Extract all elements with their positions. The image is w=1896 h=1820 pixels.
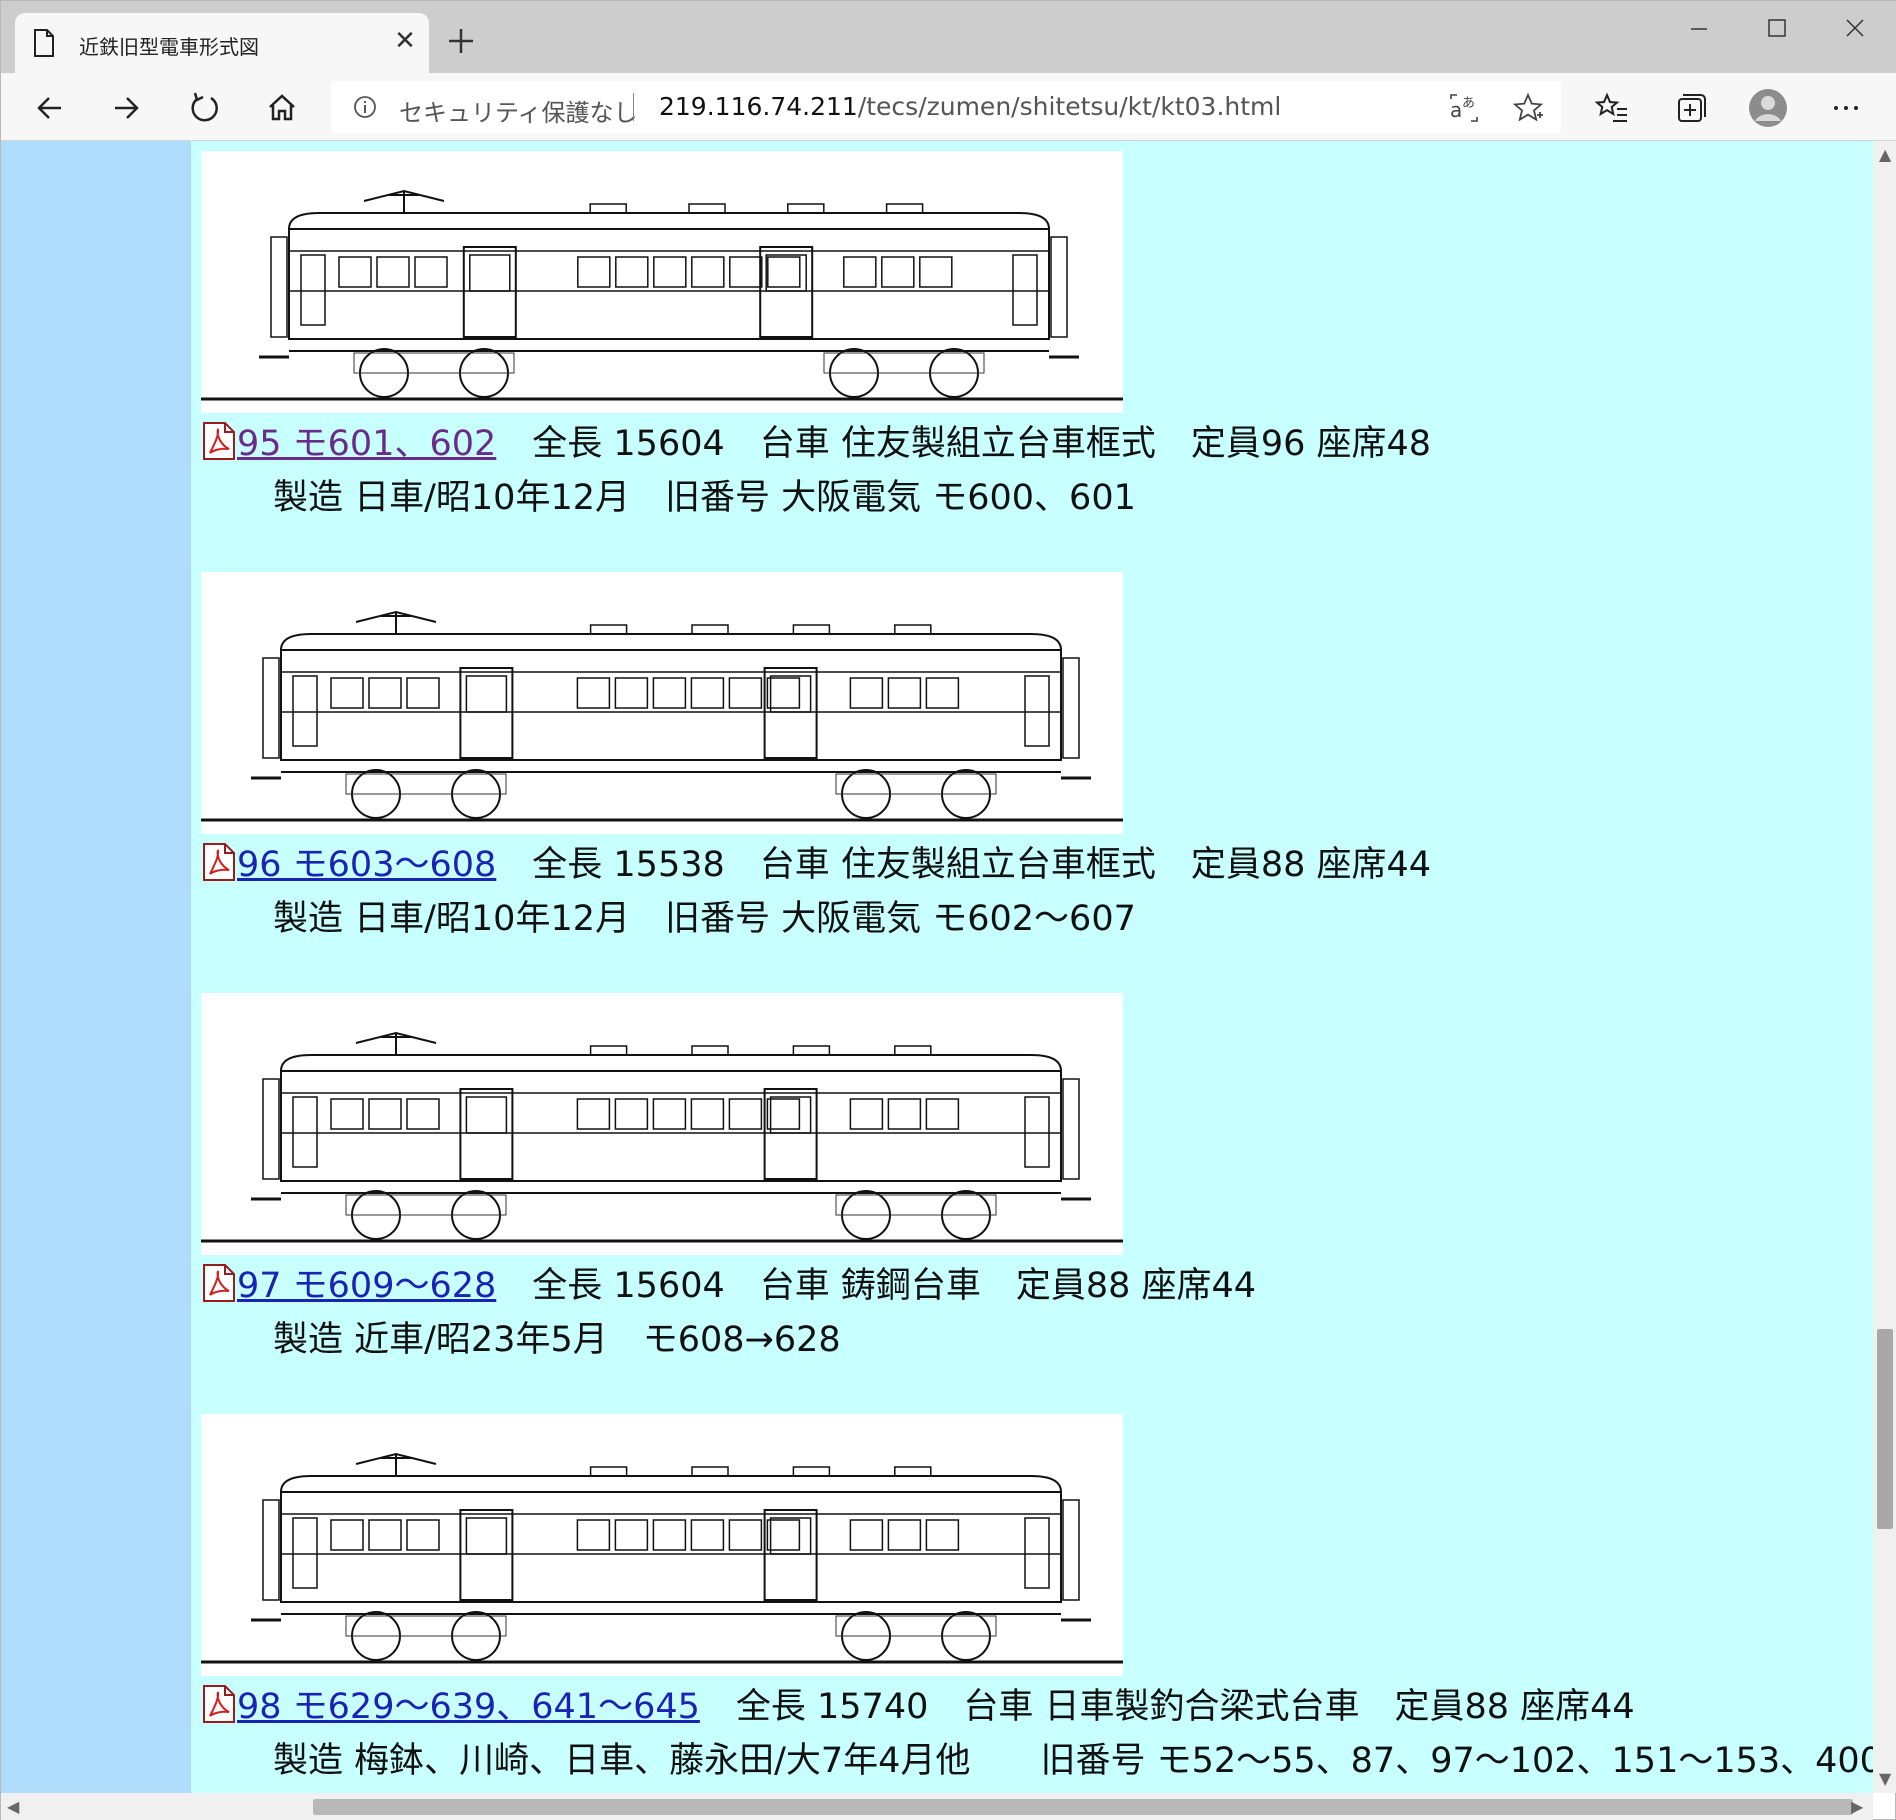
car-drawing-image bbox=[201, 151, 1123, 413]
car-entry: 96 モ603～608 全長 15538 台車 住友製組立台車框式 定員88 座席… bbox=[201, 572, 1873, 972]
vertical-scroll-thumb[interactable] bbox=[1877, 1329, 1893, 1529]
svg-text:a: a bbox=[1450, 98, 1462, 122]
url-text[interactable]: 219.116.74.211/tecs/zumen/shitetsu/kt/kt… bbox=[659, 92, 1281, 121]
new-tab-icon[interactable] bbox=[441, 21, 481, 61]
browser-tab[interactable]: 近鉄旧型電車形式図 ✕ bbox=[15, 13, 429, 73]
spec-text: 全長 15538 台車 住友製組立台車框式 定員88 座席44 bbox=[532, 845, 1432, 885]
pdf-icon[interactable] bbox=[201, 842, 237, 882]
svg-text:あ: あ bbox=[1462, 96, 1475, 111]
model-link[interactable]: 98 モ629～639、641～645 bbox=[237, 1687, 700, 1727]
car-drawing-image bbox=[201, 993, 1123, 1255]
tab-title: 近鉄旧型電車形式図 bbox=[79, 35, 259, 59]
refresh-icon[interactable] bbox=[181, 85, 227, 131]
security-label[interactable]: セキュリティ保護なし bbox=[399, 93, 638, 128]
favorites-icon[interactable] bbox=[1589, 85, 1635, 131]
back-icon[interactable] bbox=[27, 85, 73, 131]
horizontal-scrollbar[interactable]: ◀ ▶ bbox=[1, 1793, 1873, 1820]
car-entry: 95 モ601、602 全長 15604 台車 住友製組立台車框式 定員96 座席… bbox=[201, 151, 1873, 551]
translate-icon[interactable]: a あ bbox=[1447, 91, 1481, 125]
profile-avatar-icon[interactable] bbox=[1745, 85, 1791, 131]
minimize-icon[interactable] bbox=[1659, 1, 1739, 57]
close-window-icon[interactable] bbox=[1815, 1, 1895, 57]
page-content: 95 モ601、602 全長 15604 台車 住友製組立台車框式 定員96 座席… bbox=[1, 141, 1873, 1793]
info-icon[interactable] bbox=[353, 95, 377, 119]
pdf-icon[interactable] bbox=[201, 421, 237, 461]
car-spec-line: 96 モ603～608 全長 15538 台車 住友製組立台車框式 定員88 座席… bbox=[201, 836, 1431, 887]
car-spec-line: 97 モ609～628 全長 15604 台車 鋳鋼台車 定員88 座席44 bbox=[201, 1257, 1256, 1308]
scroll-up-icon[interactable]: ▲ bbox=[1879, 145, 1891, 165]
browser-window: 近鉄旧型電車形式図 ✕ セキュリティ保護なし 219.116.74.211/te… bbox=[0, 0, 1896, 1820]
close-tab-icon[interactable]: ✕ bbox=[389, 25, 421, 57]
manufacture-detail-text: 製造 日車/昭10年12月 旧番号 大阪電気 モ602～607 bbox=[273, 899, 1136, 939]
car-spec-line: 95 モ601、602 全長 15604 台車 住友製組立台車框式 定員96 座席… bbox=[201, 415, 1431, 466]
car-entry: 98 モ629～639、641～645 全長 15740 台車 日車製釣合梁式台車… bbox=[201, 1414, 1873, 1793]
more-options-icon[interactable] bbox=[1823, 85, 1869, 131]
model-link[interactable]: 95 モ601、602 bbox=[237, 424, 496, 464]
manufacture-detail-text: 製造 近車/昭23年5月 モ608→628 bbox=[273, 1320, 841, 1360]
favorite-star-icon[interactable] bbox=[1511, 91, 1545, 125]
pdf-icon[interactable] bbox=[201, 1263, 237, 1303]
car-entry: 97 モ609～628 全長 15604 台車 鋳鋼台車 定員88 座席44 製造 … bbox=[201, 993, 1873, 1393]
car-spec-line: 98 モ629～639、641～645 全長 15740 台車 日車製釣合梁式台車… bbox=[201, 1678, 1635, 1729]
scroll-left-icon[interactable]: ◀ bbox=[7, 1797, 19, 1817]
forward-icon[interactable] bbox=[103, 85, 149, 131]
address-separator bbox=[633, 93, 634, 121]
car-drawing-image bbox=[201, 572, 1123, 834]
scroll-down-icon[interactable]: ▼ bbox=[1879, 1769, 1891, 1789]
spec-text: 全長 15604 台車 住友製組立台車框式 定員96 座席48 bbox=[532, 424, 1432, 464]
scroll-right-icon[interactable]: ▶ bbox=[1851, 1797, 1863, 1817]
toolbar: セキュリティ保護なし 219.116.74.211/tecs/zumen/shi… bbox=[1, 73, 1896, 141]
model-link[interactable]: 96 モ603～608 bbox=[237, 845, 496, 885]
pdf-icon[interactable] bbox=[201, 1684, 237, 1724]
left-side-strip bbox=[1, 141, 191, 1793]
horizontal-scroll-thumb[interactable] bbox=[313, 1799, 1853, 1815]
tab-strip: 近鉄旧型電車形式図 ✕ bbox=[1, 1, 1896, 73]
spec-text: 全長 15740 台車 日車製釣合梁式台車 定員88 座席44 bbox=[735, 1687, 1635, 1727]
page-icon bbox=[34, 29, 54, 57]
vertical-scrollbar[interactable]: ▲ ▼ bbox=[1873, 141, 1896, 1793]
url-path: /tecs/zumen/shitetsu/kt/kt03.html bbox=[857, 92, 1282, 121]
maximize-icon[interactable] bbox=[1737, 1, 1817, 57]
manufacture-detail-text: 製造 梅鉢、川崎、日車、藤永田/大7年4月他 旧番号 モ52～55、87、97～… bbox=[273, 1741, 1873, 1781]
manufacture-detail-text: 製造 日車/昭10年12月 旧番号 大阪電気 モ600、601 bbox=[273, 478, 1136, 518]
address-bar[interactable]: セキュリティ保護なし 219.116.74.211/tecs/zumen/shi… bbox=[331, 81, 1561, 133]
car-drawing-image bbox=[201, 1414, 1123, 1676]
model-link[interactable]: 97 モ609～628 bbox=[237, 1266, 496, 1306]
home-icon[interactable] bbox=[259, 85, 305, 131]
collections-icon[interactable] bbox=[1667, 85, 1713, 131]
url-host: 219.116.74.211 bbox=[659, 92, 858, 121]
spec-text: 全長 15604 台車 鋳鋼台車 定員88 座席44 bbox=[532, 1266, 1257, 1306]
